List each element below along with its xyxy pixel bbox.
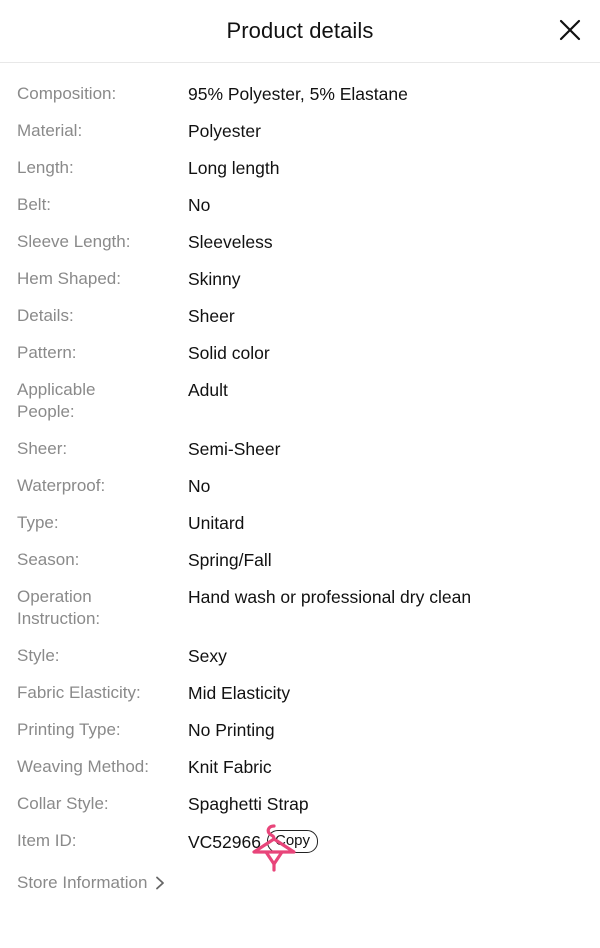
detail-value: Hand wash or professional dry clean [188, 587, 472, 607]
detail-label: Operation Instruction: [17, 587, 101, 628]
detail-value: Skinny [188, 269, 241, 289]
detail-value: No [188, 195, 211, 215]
detail-row-details: Details: Sheer [0, 305, 600, 327]
detail-label: Printing Type: [17, 720, 121, 739]
detail-value: Knit Fabric [188, 757, 272, 777]
detail-row-weaving-method: Weaving Method: Knit Fabric [0, 756, 600, 778]
detail-label: Sheer: [17, 439, 68, 458]
detail-row-printing-type: Printing Type: No Printing [0, 719, 600, 741]
detail-label: Composition: [17, 84, 117, 103]
product-details-sheet: Product details Composition: 95% Polyest… [0, 0, 600, 948]
detail-value: No Printing [188, 720, 275, 740]
detail-value: No [188, 476, 211, 496]
detail-value: Spaghetti Strap [188, 794, 309, 814]
item-id-value-group: VC52966 Copy [188, 824, 600, 872]
detail-row-composition: Composition: 95% Polyester, 5% Elastane [0, 83, 600, 105]
detail-label: Collar Style: [17, 794, 109, 813]
detail-row-season: Season: Spring/Fall [0, 549, 600, 571]
detail-label: Details: [17, 306, 74, 325]
detail-row-item-id: Item ID: VC52966 Copy [0, 824, 600, 872]
detail-label: Fabric Elasticity: [17, 683, 141, 702]
store-information-link[interactable]: Store Information [0, 872, 600, 894]
detail-row-style: Style: Sexy [0, 645, 600, 667]
detail-row-pattern: Pattern: Solid color [0, 342, 600, 364]
detail-value: Sexy [188, 646, 227, 666]
detail-label: Applicable People: [17, 380, 96, 421]
detail-row-hem-shaped: Hem Shaped: Skinny [0, 268, 600, 290]
detail-row-collar-style: Collar Style: Spaghetti Strap [0, 793, 600, 815]
detail-label: Style: [17, 646, 60, 665]
detail-value: Mid Elasticity [188, 683, 291, 703]
close-button[interactable] [556, 16, 584, 44]
details-list: Composition: 95% Polyester, 5% Elastane … [0, 63, 600, 894]
detail-value: 95% Polyester, 5% Elastane [188, 84, 408, 104]
detail-label: Sleeve Length: [17, 232, 131, 251]
detail-row-length: Length: Long length [0, 157, 600, 179]
detail-row-applicable-people: Applicable People: Adult [0, 379, 600, 423]
store-information-label: Store Information [17, 873, 148, 892]
detail-value: Spring/Fall [188, 550, 272, 570]
detail-label: Weaving Method: [17, 757, 149, 776]
detail-value: Unitard [188, 513, 245, 533]
sheet-header: Product details [0, 0, 600, 63]
detail-row-waterproof: Waterproof: No [0, 475, 600, 497]
detail-label: Item ID: [17, 831, 77, 850]
detail-value: Solid color [188, 343, 270, 363]
detail-label: Hem Shaped: [17, 269, 121, 288]
detail-row-sleeve-length: Sleeve Length: Sleeveless [0, 231, 600, 253]
detail-label: Season: [17, 550, 80, 569]
page-title: Product details [226, 18, 374, 43]
hanger-icon [252, 824, 296, 872]
detail-row-fabric-elasticity: Fabric Elasticity: Mid Elasticity [0, 682, 600, 704]
detail-value: Polyester [188, 121, 261, 141]
chevron-right-icon [155, 876, 165, 890]
detail-row-type: Type: Unitard [0, 512, 600, 534]
detail-value: Sheer [188, 306, 235, 326]
detail-label: Belt: [17, 195, 52, 214]
detail-row-sheer: Sheer: Semi-Sheer [0, 438, 600, 460]
detail-value: Sleeveless [188, 232, 273, 252]
detail-label: Waterproof: [17, 476, 106, 495]
detail-label: Pattern: [17, 343, 77, 362]
close-icon [559, 19, 581, 41]
detail-value: Long length [188, 158, 280, 178]
detail-row-material: Material: Polyester [0, 120, 600, 142]
detail-label: Type: [17, 513, 59, 532]
detail-row-belt: Belt: No [0, 194, 600, 216]
detail-value: Semi-Sheer [188, 439, 281, 459]
detail-label: Length: [17, 158, 74, 177]
detail-value: Adult [188, 380, 228, 400]
detail-label: Material: [17, 121, 83, 140]
detail-row-operation-instruction: Operation Instruction: Hand wash or prof… [0, 586, 600, 630]
